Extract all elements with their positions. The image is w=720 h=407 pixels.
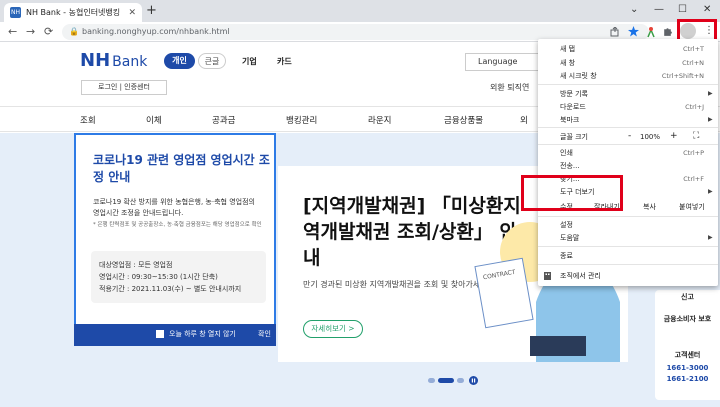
menu-incognito[interactable]: 새 시크릿 창 (560, 71, 597, 81)
menu-settings[interactable]: 설정 (560, 220, 573, 230)
menu-new-tab[interactable]: 새 탭 (560, 44, 575, 54)
reload-icon[interactable]: ⟳ (44, 23, 53, 41)
new-tab-button[interactable]: + (146, 4, 157, 18)
menu-help[interactable]: 도움말 (560, 233, 579, 243)
menu-print-shortcut: Ctrl+P (683, 149, 704, 157)
menu-find-shortcut: Ctrl+F (683, 175, 704, 183)
bookmark-star-icon[interactable] (628, 26, 639, 37)
details-button[interactable]: 자세히보기 > (303, 320, 363, 338)
menu-new-tab-shortcut: Ctrl+T (683, 45, 704, 53)
menu-paste[interactable]: 붙여넣기 (679, 202, 705, 212)
side-customer-center: 고객센터 (674, 351, 701, 359)
nav-inquiry[interactable]: 조회 (80, 114, 96, 126)
menu-managed-by-org[interactable]: 조직에서 관리 (560, 271, 601, 281)
menu-separator (538, 127, 718, 128)
logo-nh: NH (80, 50, 111, 71)
fullscreen-icon[interactable]: ⛶ (693, 131, 699, 141)
forward-icon[interactable]: → (26, 23, 35, 41)
menu-cast[interactable]: 전송... (560, 161, 580, 171)
utility-links[interactable]: 외환 퇴직연 (490, 82, 529, 93)
menu-new-window[interactable]: 새 창 (560, 58, 575, 68)
menu-separator (538, 144, 718, 145)
submenu-arrow-icon: ▶ (708, 116, 713, 123)
nav-utility-bills[interactable]: 공과금 (212, 114, 235, 126)
submenu-arrow-icon: ▶ (708, 234, 713, 241)
popup-title: 코로나19 관련 영업점 영업시간 조정 안내 (93, 153, 270, 184)
menu-zoom-label: 글꼴 크기 (560, 133, 588, 141)
menu-separator (538, 84, 718, 85)
extensions-puzzle-icon[interactable] (662, 26, 673, 37)
window-close-icon[interactable]: ✕ (703, 4, 711, 15)
popup-body: 코로나19 확산 방지를 위한 농협은행, 농·축협 영업점의 영업시간 조정을… (93, 198, 255, 217)
more-tools-highlight-box (521, 175, 623, 211)
tab-search-icon[interactable]: ⌄ (630, 4, 638, 15)
no-more-today-label[interactable]: 오늘 하루 창 열지 않기 (169, 329, 236, 339)
address-bar[interactable]: 🔒 banking.nonghyup.com/nhbank.html (62, 24, 649, 40)
menu-history[interactable]: 방문 기록 (560, 89, 588, 99)
popup-info-box: 대상영업점 : 모든 영업점 영업시간 : 09:30~15:30 (1시간 단… (91, 251, 266, 303)
menu-bookmarks[interactable]: 북마크 (560, 115, 579, 125)
menu-downloads[interactable]: 다운로드 (560, 102, 586, 112)
pause-icon[interactable] (469, 376, 478, 385)
menu-new-window-shortcut: Ctrl+N (682, 59, 704, 67)
tab-title: NH Bank - 농협인터넷뱅킹 (26, 8, 121, 17)
segment-personal-button[interactable]: 개인 (164, 53, 195, 69)
nav-transfer[interactable]: 이체 (146, 114, 162, 126)
browser-tab[interactable]: NH NH Bank - 농협인터넷뱅킹 ✕ (4, 3, 142, 22)
zoom-in-button[interactable]: + (670, 131, 678, 141)
login-cert-links[interactable]: 로그인 | 인증센터 (81, 80, 167, 95)
top-link-card[interactable]: 카드 (277, 56, 292, 67)
language-select[interactable]: Language (465, 53, 540, 71)
segment-large-text-button[interactable]: 큰글 (198, 53, 226, 69)
menu-separator (538, 246, 718, 247)
tab-close-icon[interactable]: ✕ (128, 8, 136, 18)
menu-print[interactable]: 인쇄 (560, 148, 573, 158)
popup-info-target: 대상영업점 : 모든 영업점 (99, 261, 173, 269)
url-text: banking.nonghyup.com/nhbank.html (82, 27, 230, 36)
menu-exit[interactable]: 종료 (560, 251, 573, 261)
menu-copy[interactable]: 복사 (643, 202, 656, 212)
zoom-value: 100% (640, 133, 661, 141)
popup-info-period: 적용기간 : 2021.11.03(수) ~ 별도 안내시까지 (99, 285, 242, 293)
side-consumer-protection[interactable]: 금융소비자 보호 (655, 314, 720, 324)
nav-lounge[interactable]: 라운지 (368, 114, 391, 126)
zoom-out-button[interactable]: - (628, 131, 631, 141)
menu-incognito-shortcut: Ctrl+Shift+N (661, 72, 704, 80)
menu-separator (538, 264, 718, 265)
lock-icon: 🔒 (69, 27, 79, 36)
submenu-arrow-icon: ▶ (708, 90, 713, 97)
extension-leaf-icon[interactable] (646, 26, 656, 38)
logo-bank: Bank (112, 54, 148, 70)
share-icon[interactable] (610, 27, 620, 37)
nav-more[interactable]: 외 (520, 114, 528, 126)
submenu-arrow-icon: ▶ (708, 188, 713, 195)
side-phone-2: 1661-2100 (666, 375, 709, 383)
menu-separator (538, 216, 718, 217)
managed-building-icon (544, 272, 551, 280)
top-link-corporate[interactable]: 기업 (242, 56, 257, 67)
popup-ok-button[interactable]: 확인 (258, 329, 271, 339)
maximize-icon[interactable]: ☐ (678, 4, 687, 15)
popup-info-hours: 영업시간 : 09:30~15:30 (1시간 단축) (99, 273, 218, 281)
menu-downloads-shortcut: Ctrl+J (685, 103, 704, 111)
no-more-today-checkbox[interactable] (156, 330, 164, 338)
minimize-icon[interactable]: — (654, 4, 664, 15)
nav-products[interactable]: 금융상품몰 (444, 114, 483, 126)
back-icon[interactable]: ← (8, 23, 17, 41)
nh-bank-logo[interactable]: NH Bank (80, 50, 147, 71)
nav-banking-mgmt[interactable]: 뱅킹관리 (286, 114, 317, 126)
side-phone-1: 1661-3000 (666, 364, 709, 372)
nh-favicon-icon: NH (10, 7, 21, 18)
popup-note: * 은행 탄력점포 및 공공출장소, 농·축협 금융점포는 해당 영업점으로 확… (93, 222, 262, 228)
side-report[interactable]: 신고 (655, 292, 720, 302)
